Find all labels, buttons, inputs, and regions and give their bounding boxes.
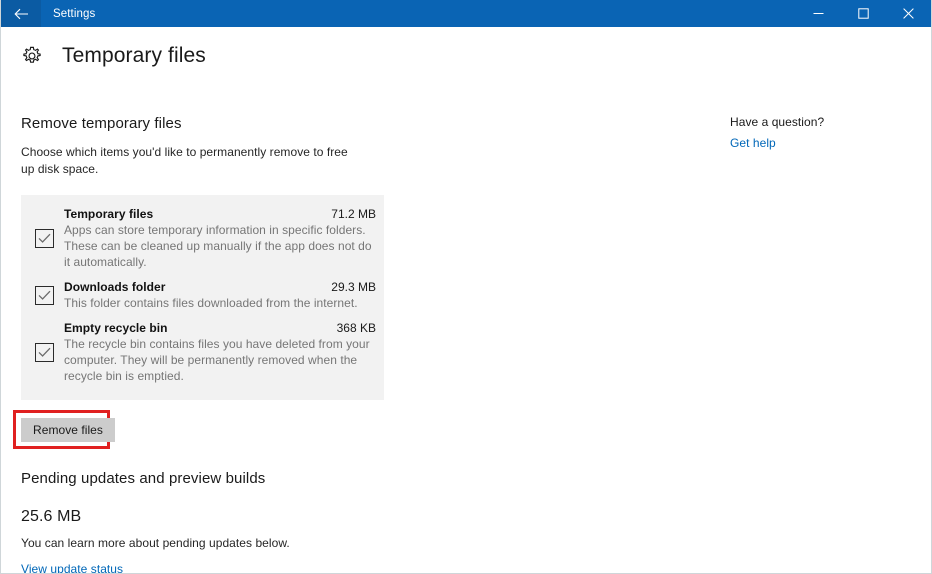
- list-item-description: The recycle bin contains files you have …: [64, 337, 370, 383]
- list-item-title: Temporary files: [64, 207, 154, 221]
- help-aside: Have a question? Get help: [730, 115, 900, 152]
- maximize-icon: [858, 8, 869, 19]
- remove-files-button[interactable]: Remove files: [21, 418, 115, 442]
- window-controls: [796, 0, 931, 27]
- help-aside-title: Have a question?: [730, 115, 825, 129]
- close-icon: [903, 8, 914, 19]
- maximize-button[interactable]: [841, 0, 886, 27]
- view-update-status-link[interactable]: View update status: [21, 562, 123, 574]
- title-bar: Settings: [1, 0, 931, 27]
- empty-recycle-bin-checkbox[interactable]: [35, 343, 54, 362]
- temporary-files-list: Temporary files 71.2 MB Apps can store t…: [21, 195, 384, 400]
- downloads-folder-checkbox[interactable]: [35, 286, 54, 305]
- remove-section-heading: Remove temporary files: [21, 115, 182, 132]
- back-arrow-icon: [13, 8, 29, 20]
- list-item[interactable]: Temporary files 71.2 MB Apps can store t…: [29, 203, 376, 276]
- list-item-title: Downloads folder: [64, 280, 166, 294]
- pending-updates-description: You can learn more about pending updates…: [21, 536, 290, 550]
- list-item-body: Temporary files 71.2 MB Apps can store t…: [64, 207, 376, 270]
- minimize-icon: [813, 8, 824, 19]
- remove-button-area: Remove files: [13, 410, 381, 450]
- page-title: Temporary files: [62, 44, 206, 67]
- main-content: Remove temporary files Choose which item…: [13, 115, 384, 574]
- list-item-header: Downloads folder 29.3 MB: [64, 280, 376, 294]
- window-title: Settings: [53, 7, 96, 20]
- pending-updates-size: 25.6 MB: [21, 508, 82, 525]
- gear-icon: [21, 45, 43, 67]
- list-item-size: 29.3 MB: [331, 280, 376, 294]
- list-item-description: Apps can store temporary information in …: [64, 223, 372, 269]
- list-item-body: Empty recycle bin 368 KB The recycle bin…: [64, 321, 376, 384]
- list-item-size: 368 KB: [336, 321, 376, 335]
- get-help-link[interactable]: Get help: [730, 136, 776, 150]
- back-button[interactable]: [1, 0, 41, 27]
- close-button[interactable]: [886, 0, 931, 27]
- list-item-description: This folder contains files downloaded fr…: [64, 296, 358, 310]
- checkmark-icon: [38, 290, 51, 301]
- checkmark-icon: [38, 347, 51, 358]
- list-item-body: Downloads folder 29.3 MB This folder con…: [64, 280, 376, 311]
- list-item-title: Empty recycle bin: [64, 321, 168, 335]
- list-item[interactable]: Downloads folder 29.3 MB This folder con…: [29, 276, 376, 317]
- page-body: Temporary files Remove temporary files C…: [1, 27, 931, 574]
- list-item-header: Empty recycle bin 368 KB: [64, 321, 376, 335]
- list-item-size: 71.2 MB: [331, 207, 376, 221]
- remove-section-description: Choose which items you'd like to permane…: [21, 145, 348, 176]
- page-header: Temporary files: [1, 27, 931, 68]
- minimize-button[interactable]: [796, 0, 841, 27]
- checkmark-icon: [38, 233, 51, 244]
- settings-window: Settings Temporary files Remove temporar…: [0, 0, 932, 574]
- pending-updates-heading: Pending updates and preview builds: [21, 470, 266, 487]
- temporary-files-checkbox[interactable]: [35, 229, 54, 248]
- list-item-header: Temporary files 71.2 MB: [64, 207, 376, 221]
- list-item[interactable]: Empty recycle bin 368 KB The recycle bin…: [29, 317, 376, 390]
